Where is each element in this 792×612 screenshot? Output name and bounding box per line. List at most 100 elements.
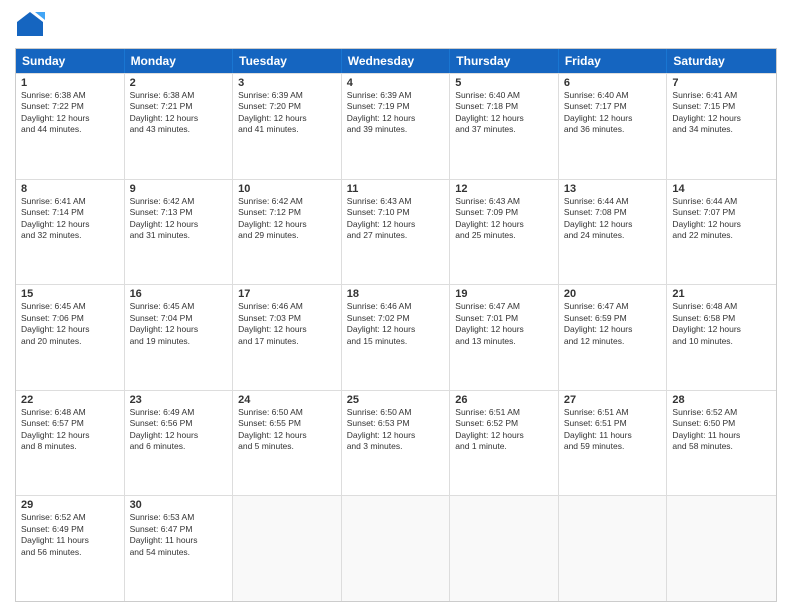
cell-line: Sunset: 7:18 PM — [455, 101, 553, 112]
cell-line: Daylight: 12 hours — [455, 219, 553, 230]
cell-line: Sunrise: 6:42 AM — [130, 196, 228, 207]
cell-line: and 34 minutes. — [672, 124, 771, 135]
cell-line: Daylight: 11 hours — [21, 535, 119, 546]
calendar-cell: 21Sunrise: 6:48 AMSunset: 6:58 PMDayligh… — [667, 285, 776, 390]
calendar-header: SundayMondayTuesdayWednesdayThursdayFrid… — [16, 49, 776, 73]
calendar-cell: 23Sunrise: 6:49 AMSunset: 6:56 PMDayligh… — [125, 391, 234, 496]
calendar-cell: 9Sunrise: 6:42 AMSunset: 7:13 PMDaylight… — [125, 180, 234, 285]
cell-line: Sunset: 7:08 PM — [564, 207, 662, 218]
cell-line: Sunset: 7:21 PM — [130, 101, 228, 112]
calendar-cell: 3Sunrise: 6:39 AMSunset: 7:20 PMDaylight… — [233, 74, 342, 179]
cell-line: and 13 minutes. — [455, 336, 553, 347]
cell-line: Sunset: 7:13 PM — [130, 207, 228, 218]
cell-line: Sunset: 7:01 PM — [455, 313, 553, 324]
cell-line: Daylight: 12 hours — [455, 113, 553, 124]
cell-line: and 54 minutes. — [130, 547, 228, 558]
cell-line: Sunrise: 6:47 AM — [564, 301, 662, 312]
calendar-cell: 16Sunrise: 6:45 AMSunset: 7:04 PMDayligh… — [125, 285, 234, 390]
cell-line: and 39 minutes. — [347, 124, 445, 135]
cell-line: Sunset: 7:17 PM — [564, 101, 662, 112]
cell-line: and 36 minutes. — [564, 124, 662, 135]
cell-line: Daylight: 11 hours — [130, 535, 228, 546]
cell-line: Sunset: 7:19 PM — [347, 101, 445, 112]
cell-line: Sunrise: 6:46 AM — [238, 301, 336, 312]
cell-line: and 29 minutes. — [238, 230, 336, 241]
cell-line: and 24 minutes. — [564, 230, 662, 241]
day-number: 20 — [564, 288, 662, 300]
cell-line: and 43 minutes. — [130, 124, 228, 135]
day-number: 18 — [347, 288, 445, 300]
calendar-cell: 1Sunrise: 6:38 AMSunset: 7:22 PMDaylight… — [16, 74, 125, 179]
calendar-cell: 6Sunrise: 6:40 AMSunset: 7:17 PMDaylight… — [559, 74, 668, 179]
calendar-cell: 29Sunrise: 6:52 AMSunset: 6:49 PMDayligh… — [16, 496, 125, 601]
cell-line: and 25 minutes. — [455, 230, 553, 241]
day-number: 5 — [455, 77, 553, 89]
header-day: Wednesday — [342, 49, 451, 73]
calendar-cell — [233, 496, 342, 601]
header-day: Thursday — [450, 49, 559, 73]
cell-line: Sunset: 7:09 PM — [455, 207, 553, 218]
cell-line: Sunrise: 6:50 AM — [347, 407, 445, 418]
header-day: Saturday — [667, 49, 776, 73]
cell-line: Daylight: 12 hours — [455, 430, 553, 441]
cell-line: Sunset: 6:52 PM — [455, 418, 553, 429]
cell-line: Sunset: 7:20 PM — [238, 101, 336, 112]
day-number: 7 — [672, 77, 771, 89]
cell-line: Sunset: 7:12 PM — [238, 207, 336, 218]
calendar-cell: 27Sunrise: 6:51 AMSunset: 6:51 PMDayligh… — [559, 391, 668, 496]
cell-line: Sunset: 7:03 PM — [238, 313, 336, 324]
cell-line: Daylight: 12 hours — [564, 113, 662, 124]
cell-line: Sunset: 6:53 PM — [347, 418, 445, 429]
cell-line: Daylight: 12 hours — [21, 430, 119, 441]
cell-line: Daylight: 12 hours — [238, 219, 336, 230]
cell-line: Daylight: 12 hours — [672, 113, 771, 124]
cell-line: and 32 minutes. — [21, 230, 119, 241]
day-number: 26 — [455, 394, 553, 406]
cell-line: Sunrise: 6:38 AM — [21, 90, 119, 101]
cell-line: Sunset: 6:55 PM — [238, 418, 336, 429]
calendar-cell: 15Sunrise: 6:45 AMSunset: 7:06 PMDayligh… — [16, 285, 125, 390]
calendar-cell: 2Sunrise: 6:38 AMSunset: 7:21 PMDaylight… — [125, 74, 234, 179]
cell-line: Sunset: 6:59 PM — [564, 313, 662, 324]
cell-line: Sunset: 6:51 PM — [564, 418, 662, 429]
logo — [15, 10, 49, 40]
cell-line: Sunset: 6:56 PM — [130, 418, 228, 429]
day-number: 10 — [238, 183, 336, 195]
day-number: 16 — [130, 288, 228, 300]
cell-line: Daylight: 12 hours — [130, 324, 228, 335]
cell-line: Sunset: 6:47 PM — [130, 524, 228, 535]
calendar-cell: 5Sunrise: 6:40 AMSunset: 7:18 PMDaylight… — [450, 74, 559, 179]
cell-line: Sunrise: 6:43 AM — [455, 196, 553, 207]
day-number: 30 — [130, 499, 228, 511]
cell-line: Daylight: 12 hours — [564, 219, 662, 230]
cell-line: Sunrise: 6:51 AM — [564, 407, 662, 418]
day-number: 23 — [130, 394, 228, 406]
calendar-row: 22Sunrise: 6:48 AMSunset: 6:57 PMDayligh… — [16, 390, 776, 496]
cell-line: Daylight: 12 hours — [238, 324, 336, 335]
cell-line: and 19 minutes. — [130, 336, 228, 347]
cell-line: Daylight: 12 hours — [21, 113, 119, 124]
cell-line: Daylight: 12 hours — [130, 113, 228, 124]
cell-line: and 31 minutes. — [130, 230, 228, 241]
calendar-row: 29Sunrise: 6:52 AMSunset: 6:49 PMDayligh… — [16, 495, 776, 601]
day-number: 21 — [672, 288, 771, 300]
calendar-cell — [559, 496, 668, 601]
day-number: 12 — [455, 183, 553, 195]
cell-line: and 59 minutes. — [564, 441, 662, 452]
cell-line: Sunrise: 6:39 AM — [347, 90, 445, 101]
cell-line: Sunrise: 6:51 AM — [455, 407, 553, 418]
cell-line: Sunrise: 6:52 AM — [21, 512, 119, 523]
cell-line: and 15 minutes. — [347, 336, 445, 347]
header-day: Friday — [559, 49, 668, 73]
calendar-cell: 24Sunrise: 6:50 AMSunset: 6:55 PMDayligh… — [233, 391, 342, 496]
calendar-cell: 4Sunrise: 6:39 AMSunset: 7:19 PMDaylight… — [342, 74, 451, 179]
calendar-row: 8Sunrise: 6:41 AMSunset: 7:14 PMDaylight… — [16, 179, 776, 285]
day-number: 6 — [564, 77, 662, 89]
cell-line: Sunrise: 6:41 AM — [672, 90, 771, 101]
cell-line: and 1 minute. — [455, 441, 553, 452]
cell-line: Daylight: 12 hours — [672, 324, 771, 335]
cell-line: Sunrise: 6:52 AM — [672, 407, 771, 418]
cell-line: Daylight: 12 hours — [347, 324, 445, 335]
calendar-cell: 8Sunrise: 6:41 AMSunset: 7:14 PMDaylight… — [16, 180, 125, 285]
day-number: 27 — [564, 394, 662, 406]
